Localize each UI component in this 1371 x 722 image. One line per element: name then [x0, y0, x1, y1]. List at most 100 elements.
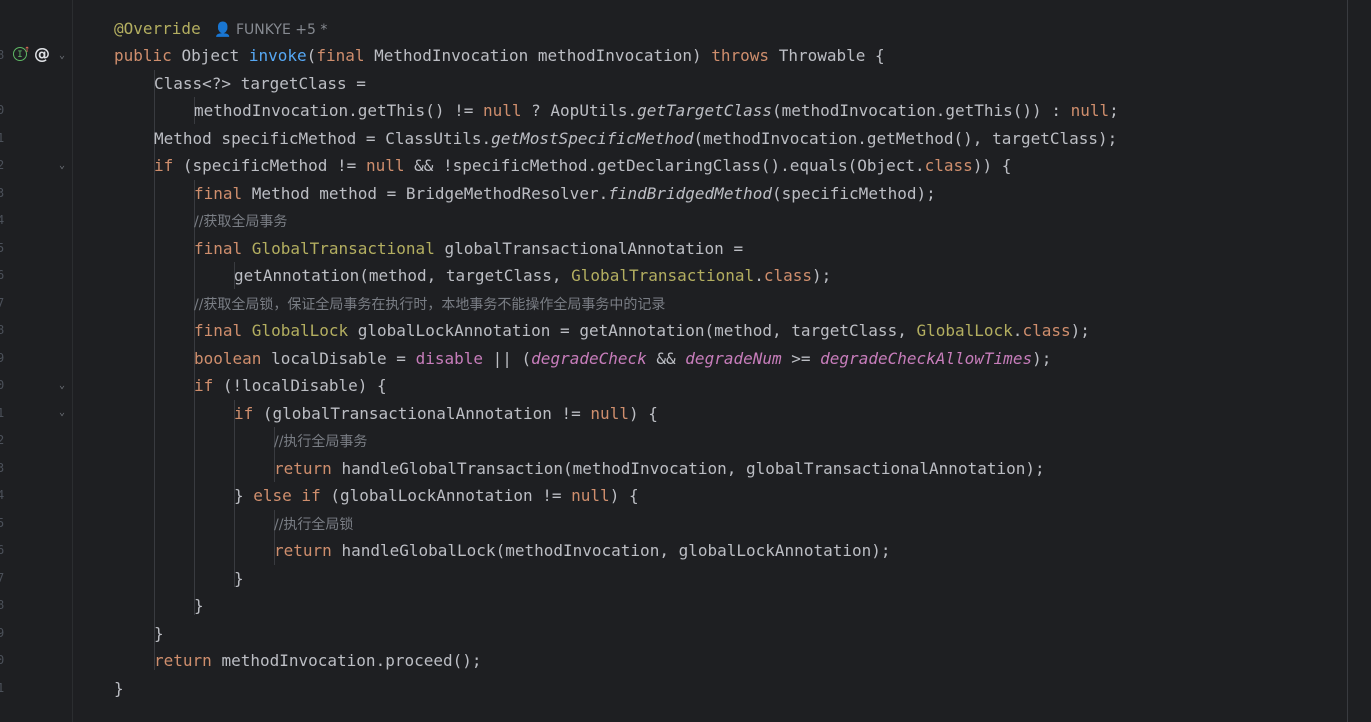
field-token: disable	[415, 349, 483, 368]
code-line[interactable]: final Method method = BridgeMethodResolv…	[194, 180, 936, 208]
code-line[interactable]: Method specificMethod = ClassUtils.getMo…	[154, 125, 1117, 153]
code-line[interactable]: return handleGlobalTransaction(methodInv…	[274, 455, 1045, 483]
code-text: methodInvocation.getThis() !=	[194, 101, 483, 120]
user-icon: 👤	[214, 22, 232, 38]
code-text: );	[812, 266, 832, 285]
code-text: handleGlobalLock(methodInvocation, globa…	[341, 541, 891, 560]
keyword: else if	[253, 486, 331, 505]
code-text: (methodInvocation.getMethod(), targetCla…	[693, 129, 1118, 148]
code-line[interactable]: //获取全局锁，保证全局事务在执行时，本地事务不能操作全局事务中的记录	[194, 290, 665, 318]
code-line[interactable]: getAnnotation(method, targetClass, Globa…	[234, 262, 831, 290]
code-line[interactable]: return handleGlobalLock(methodInvocation…	[274, 537, 891, 565]
code-text: && !specificMethod.getDeclaringClass().e…	[404, 156, 925, 175]
line-number: 3	[0, 186, 5, 200]
line-number: 0	[0, 103, 5, 117]
code-text: localDisable =	[271, 349, 416, 368]
code-line[interactable]: //获取全局事务	[194, 207, 287, 235]
code-line[interactable]: @Override 👤 FUNKYE +5 *	[114, 15, 327, 43]
line-number: 1	[0, 131, 5, 145]
code-text: }	[234, 486, 254, 505]
code-editor[interactable]: @Override 👤 FUNKYE +5 * public Object in…	[73, 0, 1371, 722]
chevron-down-icon[interactable]: ⌄	[56, 380, 68, 392]
code-text: Class<?> targetClass =	[154, 74, 366, 93]
code-line[interactable]: public Object invoke(final MethodInvocat…	[114, 42, 885, 70]
line-number: 9	[0, 351, 5, 365]
code-line[interactable]: boolean localDisable = disable || (degra…	[194, 345, 1051, 373]
code-line[interactable]: Class<?> targetClass =	[154, 70, 366, 98]
code-text: Throwable {	[778, 46, 885, 65]
code-text: .	[1012, 321, 1023, 340]
code-line[interactable]: }	[114, 675, 124, 703]
keyword: return	[154, 651, 222, 670]
line-number: 4	[0, 488, 5, 502]
line-number: 6	[0, 268, 5, 282]
code-text: (methodInvocation.getThis()) :	[771, 101, 1071, 120]
code-line[interactable]: //执行全局锁	[274, 510, 353, 538]
method-name: invoke	[248, 46, 307, 65]
code-text: getAnnotation(method, targetClass,	[234, 266, 572, 285]
line-number: 1	[0, 406, 5, 420]
static-method: getMostSpecificMethod	[491, 129, 694, 148]
code-text: );	[1070, 321, 1090, 340]
chevron-down-icon[interactable]: ⌄	[56, 50, 68, 62]
code-line[interactable]: methodInvocation.getThis() != null ? Aop…	[194, 97, 1119, 125]
annotation-type: GlobalTransactional	[251, 239, 435, 258]
code-text: .	[754, 266, 764, 285]
code-text: ) {	[628, 404, 658, 423]
code-line[interactable]: //执行全局事务	[274, 427, 367, 455]
code-text: (specificMethod !=	[182, 156, 366, 175]
code-line[interactable]: return methodInvocation.proceed();	[154, 647, 482, 675]
keyword: if	[234, 404, 263, 423]
code-line[interactable]: }	[234, 565, 244, 593]
static-method: getTargetClass	[637, 101, 772, 120]
static-field: degradeCheckAllowTimes	[820, 349, 1033, 368]
chevron-down-icon[interactable]: ⌄	[56, 407, 68, 419]
code-line[interactable]: if (specificMethod != null && !specificM…	[154, 152, 1011, 180]
override-up-arrow-icon[interactable]: ↑	[24, 44, 30, 55]
code-text: (	[306, 46, 317, 65]
keyword: throws	[711, 46, 779, 65]
keyword: class	[1022, 321, 1071, 340]
line-number: 9	[0, 626, 5, 640]
line-number: 4	[0, 213, 5, 227]
code-text: Method specificMethod = ClassUtils.	[154, 129, 492, 148]
code-text: }	[234, 569, 244, 588]
keyword: class	[924, 156, 973, 175]
code-text: || (	[483, 349, 532, 368]
comment: //执行全局锁	[274, 517, 354, 533]
code-text: (globalTransactionalAnnotation !=	[262, 404, 591, 423]
code-line[interactable]: final GlobalTransactional globalTransact…	[194, 235, 743, 263]
keyword: null	[482, 101, 522, 120]
code-line[interactable]: }	[154, 620, 164, 648]
line-number: 8	[0, 48, 5, 62]
code-text: }	[154, 624, 164, 643]
chevron-down-icon[interactable]: ⌄	[56, 160, 68, 172]
at-sign-icon[interactable]: @	[34, 44, 50, 63]
keyword: null	[1070, 101, 1110, 120]
author-text: FUNKYE +5 *	[235, 22, 328, 38]
keyword: return	[274, 541, 342, 560]
line-number: 5	[0, 516, 5, 530]
annotation-type: GlobalLock	[251, 321, 349, 340]
editor-gutter[interactable]: 8 0 1 2 3 4 5 6 7 8 9 0 1 2 3 4 5 6 7 8 …	[0, 0, 73, 722]
code-line[interactable]: if (!localDisable) {	[194, 372, 387, 400]
code-line[interactable]: }	[194, 592, 204, 620]
comment: //获取全局事务	[194, 214, 288, 230]
annotation-type: GlobalLock	[916, 321, 1013, 340]
code-line[interactable]: final GlobalLock globalLockAnnotation = …	[194, 317, 1090, 345]
comment: //获取全局锁，保证全局事务在执行时，本地事务不能操作全局事务中的记录	[194, 297, 666, 313]
line-number: 8	[0, 323, 5, 337]
annotation-token: @Override	[114, 19, 201, 38]
line-number: 2	[0, 158, 5, 172]
line-number: 7	[0, 296, 5, 310]
keyword: public	[114, 46, 182, 65]
static-method: findBridgedMethod	[608, 184, 772, 203]
comment: //执行全局事务	[274, 434, 368, 450]
code-line[interactable]: if (globalTransactionalAnnotation != nul…	[234, 400, 658, 428]
code-text: (!localDisable) {	[222, 376, 387, 395]
author-hint[interactable]: 👤 FUNKYE +5 *	[201, 22, 328, 38]
code-text: ? AopUtils.	[521, 101, 638, 120]
line-number: 5	[0, 241, 5, 255]
line-number: 8	[0, 598, 5, 612]
code-line[interactable]: } else if (globalLockAnnotation != null)…	[234, 482, 639, 510]
